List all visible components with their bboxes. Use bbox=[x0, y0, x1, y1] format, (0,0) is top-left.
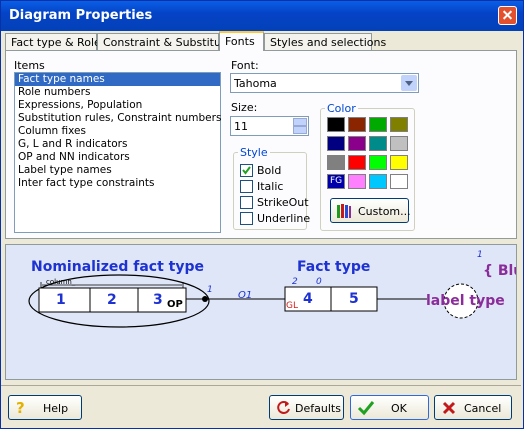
diagram-preview: Nominalized fact type column_ 1 2 3 OP 1… bbox=[5, 244, 517, 380]
gl-indicator: GL bbox=[286, 301, 298, 311]
help-icon: ? bbox=[16, 399, 25, 417]
custom-color-button[interactable]: Custom... bbox=[330, 198, 411, 223]
help-label: Help bbox=[43, 402, 69, 415]
role-number-2: 2 bbox=[292, 277, 298, 287]
cancel-button[interactable]: Cancel bbox=[434, 395, 512, 420]
defaults-label: Defaults bbox=[295, 402, 341, 415]
items-listbox[interactable]: Fact type names Role numbers Expressions… bbox=[14, 72, 221, 233]
o1-label: O1 bbox=[238, 290, 253, 301]
color-swatch[interactable] bbox=[348, 174, 366, 189]
list-item[interactable]: Fact type names bbox=[15, 73, 220, 86]
op-indicator: OP bbox=[167, 299, 183, 310]
tab-label: Fonts bbox=[225, 35, 255, 48]
color-swatch[interactable] bbox=[327, 155, 345, 170]
color-swatch[interactable] bbox=[369, 136, 387, 151]
top-role-number: 1 bbox=[477, 250, 483, 260]
role-4: 4 bbox=[303, 291, 313, 307]
custom-button-label: Custom... bbox=[358, 205, 411, 218]
spin-down-icon[interactable] bbox=[293, 126, 307, 134]
color-swatch[interactable] bbox=[369, 174, 387, 189]
label-type-text: label type bbox=[426, 293, 505, 309]
fact-type-title: Fact type bbox=[297, 259, 371, 275]
color-swatch[interactable] bbox=[390, 117, 408, 132]
tab-fonts[interactable]: Fonts bbox=[219, 31, 264, 51]
ok-label: OK bbox=[391, 402, 407, 415]
size-value: 11 bbox=[234, 120, 248, 133]
font-select[interactable]: Tahoma bbox=[230, 73, 419, 93]
underline-checkbox[interactable] bbox=[240, 212, 253, 225]
list-item[interactable]: Role numbers bbox=[15, 86, 220, 99]
tab-styles-selections[interactable]: Styles and selections bbox=[264, 33, 386, 50]
window-title: Diagram Properties bbox=[9, 8, 153, 23]
role-5: 5 bbox=[349, 291, 359, 307]
underline-label: Underline bbox=[257, 212, 311, 225]
list-item[interactable]: OP and NN indicators bbox=[15, 151, 220, 164]
color-swatch[interactable] bbox=[327, 136, 345, 151]
constraint-text: { Blu bbox=[483, 263, 516, 279]
strikeout-checkbox[interactable] bbox=[240, 196, 253, 209]
tab-label: Fact type & Role bbox=[11, 36, 101, 49]
color-swatch[interactable] bbox=[348, 155, 366, 170]
list-item[interactable]: Substitution rules, Constraint numbers bbox=[15, 112, 221, 125]
check-icon bbox=[242, 166, 251, 175]
chevron-down-icon[interactable] bbox=[401, 75, 417, 91]
cancel-label: Cancel bbox=[464, 402, 502, 415]
role-3: 3 bbox=[153, 292, 163, 308]
tab-fact-type-role[interactable]: Fact type & Role bbox=[5, 33, 101, 50]
font-label: Font: bbox=[231, 59, 259, 72]
close-icon bbox=[442, 401, 456, 415]
color-swatch[interactable] bbox=[390, 155, 408, 170]
color-group-title: Color bbox=[325, 102, 358, 115]
italic-label: Italic bbox=[257, 180, 284, 193]
tab-label: Styles and selections bbox=[270, 36, 387, 49]
strikeout-label: StrikeOut bbox=[257, 196, 309, 209]
bold-label: Bold bbox=[257, 164, 282, 177]
color-swatch[interactable] bbox=[369, 155, 387, 170]
ok-button[interactable]: OK bbox=[350, 395, 429, 420]
title-bar: Diagram Properties bbox=[1, 1, 523, 31]
list-item[interactable]: Label type names bbox=[15, 164, 220, 177]
color-swatch[interactable] bbox=[390, 136, 408, 151]
close-button[interactable] bbox=[498, 6, 517, 25]
bold-checkbox[interactable] bbox=[240, 164, 253, 177]
color-swatch[interactable]: FG bbox=[327, 174, 345, 189]
list-item[interactable]: Expressions, Population bbox=[15, 99, 220, 112]
color-swatch[interactable] bbox=[390, 174, 408, 189]
tab-constraint-substitution[interactable]: Constraint & Substitution bbox=[97, 33, 242, 50]
role-number-1: 1 bbox=[207, 285, 213, 295]
crayons-icon bbox=[337, 204, 351, 218]
help-button[interactable]: ? Help bbox=[8, 395, 82, 420]
role-2: 2 bbox=[107, 292, 117, 308]
column-label: column_ bbox=[46, 278, 76, 286]
italic-checkbox[interactable] bbox=[240, 180, 253, 193]
role-number-0: 0 bbox=[316, 277, 322, 287]
color-swatch[interactable] bbox=[369, 117, 387, 132]
color-swatch[interactable] bbox=[327, 117, 345, 132]
list-item[interactable]: Inter fact type constraints bbox=[15, 177, 220, 190]
role-1: 1 bbox=[56, 292, 66, 308]
font-value: Tahoma bbox=[234, 77, 277, 90]
size-spinner[interactable]: 11 bbox=[230, 116, 309, 136]
list-item[interactable]: G, L and R indicators bbox=[15, 138, 220, 151]
items-label: Items bbox=[14, 59, 45, 72]
color-swatch[interactable] bbox=[348, 117, 366, 132]
nominalized-title: Nominalized fact type bbox=[31, 259, 205, 275]
reset-icon bbox=[277, 401, 290, 414]
divider bbox=[1, 385, 521, 386]
color-swatch[interactable] bbox=[348, 136, 366, 151]
spin-up-icon[interactable] bbox=[293, 118, 307, 126]
defaults-button[interactable]: Defaults bbox=[269, 395, 344, 420]
fg-indicator: FG bbox=[330, 176, 343, 186]
check-icon bbox=[357, 401, 375, 416]
list-item[interactable]: Column fixes bbox=[15, 125, 220, 138]
size-label: Size: bbox=[231, 101, 258, 114]
style-group-title: Style bbox=[238, 146, 270, 159]
